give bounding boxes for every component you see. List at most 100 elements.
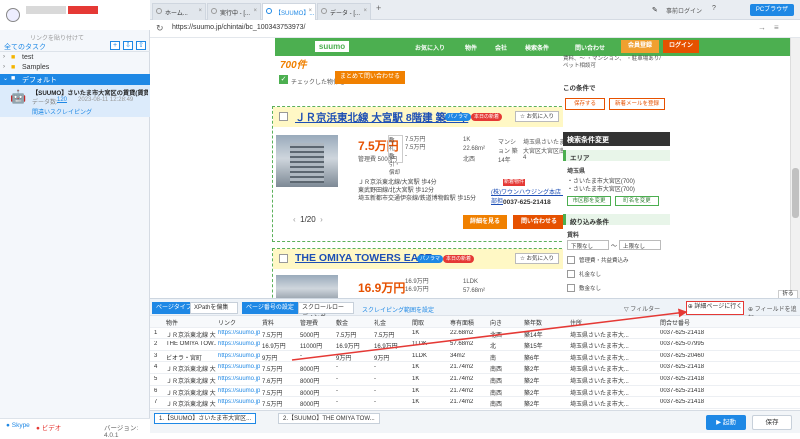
reload-icon[interactable]: ↻ (156, 23, 164, 34)
chevron-left-icon[interactable]: ‹ (293, 215, 296, 224)
folder-icon: ■ (11, 54, 16, 61)
pre-login-link[interactable]: 事前ログイン (666, 6, 702, 15)
skype-link[interactable]: ● Skype (6, 422, 30, 429)
column-header[interactable]: 礼金 (374, 318, 410, 327)
chevron-right-icon: › (3, 64, 5, 70)
column-header[interactable]: 物件 (166, 318, 216, 327)
nav-favorites[interactable]: お気に入り (415, 43, 445, 52)
url-input[interactable]: https://suumo.jp/chintai/bc_100343753973… (172, 24, 306, 31)
chevron-right-icon[interactable]: › (320, 215, 323, 224)
run-button[interactable]: ▶ 起動 (706, 415, 746, 430)
inquiry-button[interactable]: 問い合わせる (513, 215, 565, 229)
table-row[interactable]: 7 ＪＲ京浜東北線 大...https://suumo.jp/chin...7.5… (150, 397, 800, 409)
column-header[interactable]: 向き (490, 318, 520, 327)
listing-name[interactable]: ＪＲ京浜東北線 大宮駅 8階建 築14年 (295, 110, 468, 125)
save-button[interactable]: 保存 (752, 415, 792, 430)
register-button[interactable]: 会員登録 (621, 40, 659, 53)
new-tab-button[interactable]: + (376, 3, 381, 13)
column-header[interactable]: 築年数 (524, 318, 568, 327)
listing-checkbox[interactable] (279, 112, 288, 121)
nav-company[interactable]: 会社 (495, 43, 507, 52)
page-tab-1[interactable]: 1.【SUUMO】さいたま市大宮区... (154, 413, 257, 424)
tab-home[interactable]: ホーム... × (152, 3, 206, 20)
mgmt-included-checkbox[interactable] (567, 256, 575, 264)
column-header[interactable]: 専有面積 (450, 318, 488, 327)
tab-running[interactable]: 実行中 - [... × (207, 3, 261, 20)
video-link[interactable]: ● ビデオ (36, 422, 61, 432)
table-row[interactable]: 6 ＪＲ京浜東北線 大...https://suumo.jp/chin...7.5… (150, 386, 800, 398)
table-row[interactable]: 5 ＪＲ京浜東北線 大...https://suumo.jp/chin...7.6… (150, 374, 800, 386)
listing-photo[interactable] (276, 135, 338, 187)
rent-max-select[interactable]: 上限なし (619, 240, 661, 250)
column-header[interactable]: 管理費 (300, 318, 334, 327)
tab-label: ホーム... (165, 11, 188, 17)
favorite-button[interactable]: ☆ お気に入り (515, 253, 559, 264)
import-icon[interactable]: ⇧ (136, 41, 146, 50)
table-row[interactable]: 2 THE OMIYA TOW...https://suumo.jp/chin..… (150, 339, 800, 351)
table-row[interactable]: 3ビオラ・宮町https://suumo.jp/chin...9万円-9万円9万… (150, 351, 800, 363)
page-scrollbar[interactable] (790, 38, 800, 298)
suumo-logo[interactable]: suumo (315, 41, 349, 52)
tree-item-samples[interactable]: › ■ Samples (0, 63, 150, 74)
table-cell: 16.9万円 (374, 344, 398, 351)
table-row[interactable]: 1ＪＲ京浜東北線 大宮...https://suumo.jp/chin...7.… (150, 328, 800, 340)
scrollbar-thumb[interactable] (792, 168, 799, 218)
login-button[interactable]: ログイン (663, 40, 699, 53)
change-city-button[interactable]: 市区郡を変更 (567, 196, 611, 206)
close-icon[interactable]: × (308, 8, 312, 14)
export-icon[interactable]: ⇩ (123, 41, 133, 50)
data-count[interactable]: 120 (57, 97, 67, 103)
table-cell: 21.74m2 (450, 387, 474, 394)
listing-name[interactable]: THE OMIYA TOWERS EAST (295, 252, 432, 264)
save-search-button[interactable]: 保存する (565, 98, 605, 110)
nav-search-cond[interactable]: 検索条件 (525, 43, 549, 52)
edit-icon[interactable]: ✎ (652, 6, 658, 14)
close-icon[interactable]: × (198, 8, 202, 14)
pager-count: 1/20 (300, 215, 316, 224)
tab-data[interactable]: データ - [... × (317, 3, 371, 20)
listing-photo[interactable] (276, 275, 338, 298)
filter-button[interactable]: ▽ フィルター (624, 304, 660, 313)
close-icon[interactable]: × (253, 8, 257, 14)
rent-min-select[interactable]: 下限なし (567, 240, 609, 250)
nav-inquiry[interactable]: 問い合わせ (575, 43, 605, 52)
task-item[interactable]: 🤖 【SUUMO】さいたま市大宮区の賃貸(賃貸 データ数: 120 2023-0… (0, 85, 150, 117)
column-header[interactable]: リンク (218, 318, 260, 327)
globe-icon (211, 8, 217, 14)
arrow-right-icon[interactable]: → (758, 23, 766, 32)
menu-icon[interactable]: ≡ (774, 23, 779, 32)
column-header[interactable]: 住所 (570, 318, 658, 327)
listing-checkbox[interactable] (279, 254, 288, 263)
view-detail-button[interactable]: 詳細を見る (463, 215, 507, 229)
nav-property[interactable]: 物件 (465, 43, 477, 52)
listing-card: ＪＲ京浜東北線 大宮駅 8階建 築14年 パノラマ 本日の新着 ☆ お気に入り … (272, 106, 572, 242)
listing-type: マンション 築14年 (498, 140, 518, 164)
change-town-button[interactable]: 町名を変更 (615, 196, 659, 206)
tab-suumo[interactable]: 【SUUMO】... × (262, 3, 316, 20)
column-header[interactable]: 敷金 (336, 318, 372, 327)
table-cell: 5000円 (300, 332, 320, 339)
listing-direction: 北西 (463, 157, 476, 163)
scrape-range-link[interactable]: スクレイピング範囲を設定 (362, 305, 434, 314)
table-row[interactable]: 4 ＪＲ京浜東北線 大...https://suumo.jp/chin...7.5… (150, 362, 800, 374)
favorite-button[interactable]: ☆ お気に入り (515, 111, 559, 122)
pc-browser-button[interactable]: PCブラウザ (750, 4, 794, 16)
no-deposit-checkbox[interactable] (567, 284, 575, 292)
table-cell: 21.74m2 (450, 376, 474, 382)
column-header[interactable]: 賃料 (262, 318, 298, 327)
page-type-select[interactable]: XPathを偏集 ⌄ (190, 302, 238, 321)
all-tasks-label[interactable]: 全てのタスク (4, 42, 46, 52)
help-icon[interactable]: ? (712, 5, 716, 12)
goto-detail-button[interactable]: ⊕ 詳細ページに行く (686, 301, 744, 315)
page-tab-2[interactable]: 2.【SUUMO】THE OMIYA TOW... (278, 413, 380, 424)
bulk-inquire-button[interactable]: まとめて問い合わせる (335, 71, 405, 84)
no-key-money-checkbox[interactable] (567, 270, 575, 278)
email-alert-button[interactable]: 新着メールを登録 (609, 98, 665, 110)
close-icon[interactable]: × (363, 8, 367, 14)
avatar[interactable] (6, 8, 20, 22)
page-setting-select[interactable]: スクロールローディング ⌄ (298, 302, 354, 321)
tree-item-default[interactable]: ⌄ ■ デフォルト (0, 74, 150, 85)
add-icon[interactable]: + (110, 41, 120, 50)
column-header[interactable]: 問合せ番号 (660, 318, 730, 327)
column-header[interactable]: 間取 (412, 318, 448, 327)
